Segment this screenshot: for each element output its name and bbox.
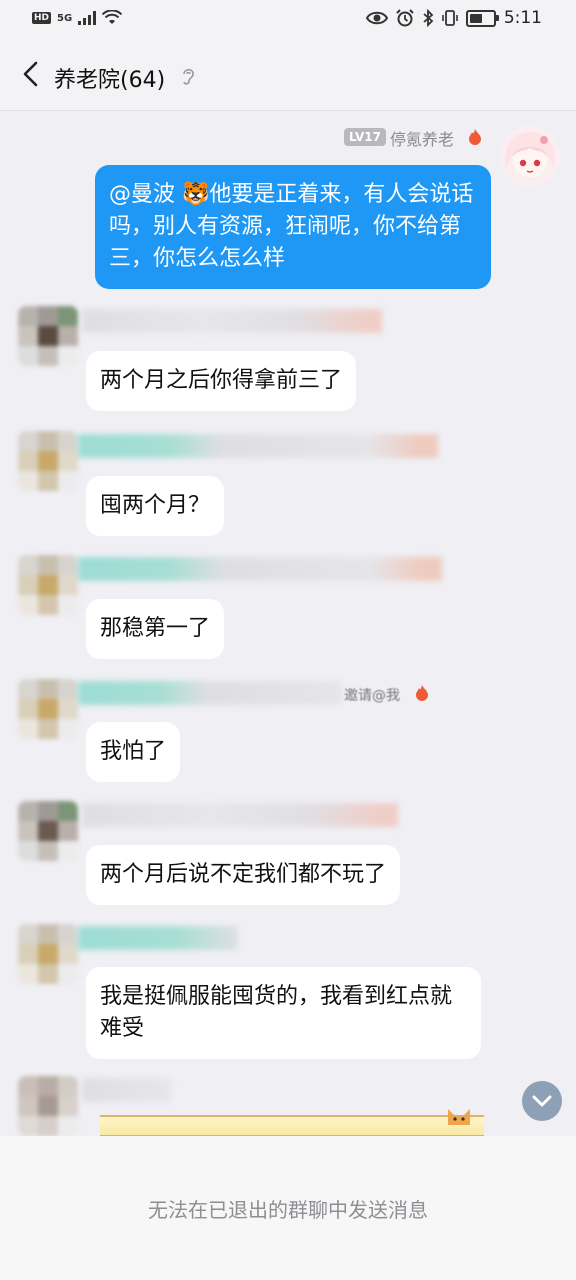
wifi-icon xyxy=(102,10,123,24)
message-bubble[interactable]: 两个月后说不定我们都不玩了 xyxy=(86,845,401,905)
battery-fill xyxy=(469,13,482,23)
sender-name-blurred xyxy=(82,803,398,827)
sender-name-blurred xyxy=(78,434,438,458)
alarm-icon xyxy=(396,9,414,27)
avatar[interactable] xyxy=(18,679,78,739)
avatar[interactable] xyxy=(18,801,78,861)
exited-group-notice: 无法在已退出的群聊中发送消息 xyxy=(148,1198,428,1222)
my-avatar[interactable] xyxy=(500,126,560,186)
sender-name-blurred xyxy=(82,309,382,333)
status-left: HD 5G xyxy=(32,10,123,26)
message-bubble[interactable]: 囤两个月？ xyxy=(86,476,225,536)
back-arrow-icon[interactable] xyxy=(18,60,46,88)
avatar[interactable] xyxy=(18,1076,78,1136)
message-list[interactable]: LV17 停氪养老 @曼波 🐯他要是正着来，有人会说话吗，别人有资源，狂闹呢，你… xyxy=(0,111,576,1136)
hd-badge: HD xyxy=(32,12,52,24)
eye-icon xyxy=(365,11,388,25)
status-bar: HD 5G 5:11 xyxy=(0,0,576,40)
network-label: 5G xyxy=(57,12,73,24)
ear-icon xyxy=(183,68,194,85)
anime-avatar-icon xyxy=(500,126,560,186)
sender-name-blurred xyxy=(78,557,442,581)
chevron-down-icon xyxy=(532,1095,552,1107)
level-badge: LV17 xyxy=(344,128,386,146)
flame-icon xyxy=(469,129,481,145)
battery-icon xyxy=(465,9,499,27)
sender-name-blurred xyxy=(78,926,238,950)
flame-icon xyxy=(416,685,428,701)
message-bubble[interactable]: 我怕了 xyxy=(86,722,181,782)
vibrate-icon xyxy=(442,10,458,26)
sender-name-blurred xyxy=(78,681,342,705)
message-bubble[interactable]: 两个月之后你得拿前三了 xyxy=(86,351,357,411)
input-bar-disabled: 无法在已退出的群聊中发送消息 xyxy=(0,1136,576,1280)
avatar[interactable] xyxy=(18,431,78,491)
group-title[interactable]: 养老院(64) xyxy=(54,62,165,94)
bluetooth-icon xyxy=(423,9,434,27)
mention-tag: 邀请@我 xyxy=(344,688,400,704)
my-message-bubble[interactable]: @曼波 🐯他要是正着来，有人会说话吗，别人有资源，狂闹呢，你不给第三，你怎么怎么… xyxy=(95,165,491,289)
chat-header: 养老院(64) xyxy=(0,40,576,111)
sender-name-blurred xyxy=(82,1078,172,1102)
status-right: 5:11 xyxy=(365,8,542,28)
avatar[interactable] xyxy=(18,924,78,984)
avatar[interactable] xyxy=(18,555,78,615)
sender-name: 停氪养老 xyxy=(390,130,455,149)
signal-icon xyxy=(78,11,97,25)
cat-sticker-icon xyxy=(448,1109,470,1125)
scroll-to-bottom-button[interactable] xyxy=(522,1081,562,1121)
sticker-bubble[interactable] xyxy=(100,1109,484,1137)
message-bubble[interactable]: 那稳第一了 xyxy=(86,599,225,659)
avatar[interactable] xyxy=(18,306,78,366)
clock: 5:11 xyxy=(503,8,542,28)
message-bubble[interactable]: 我是挺佩服能囤货的，我看到红点就难受 xyxy=(86,967,481,1059)
